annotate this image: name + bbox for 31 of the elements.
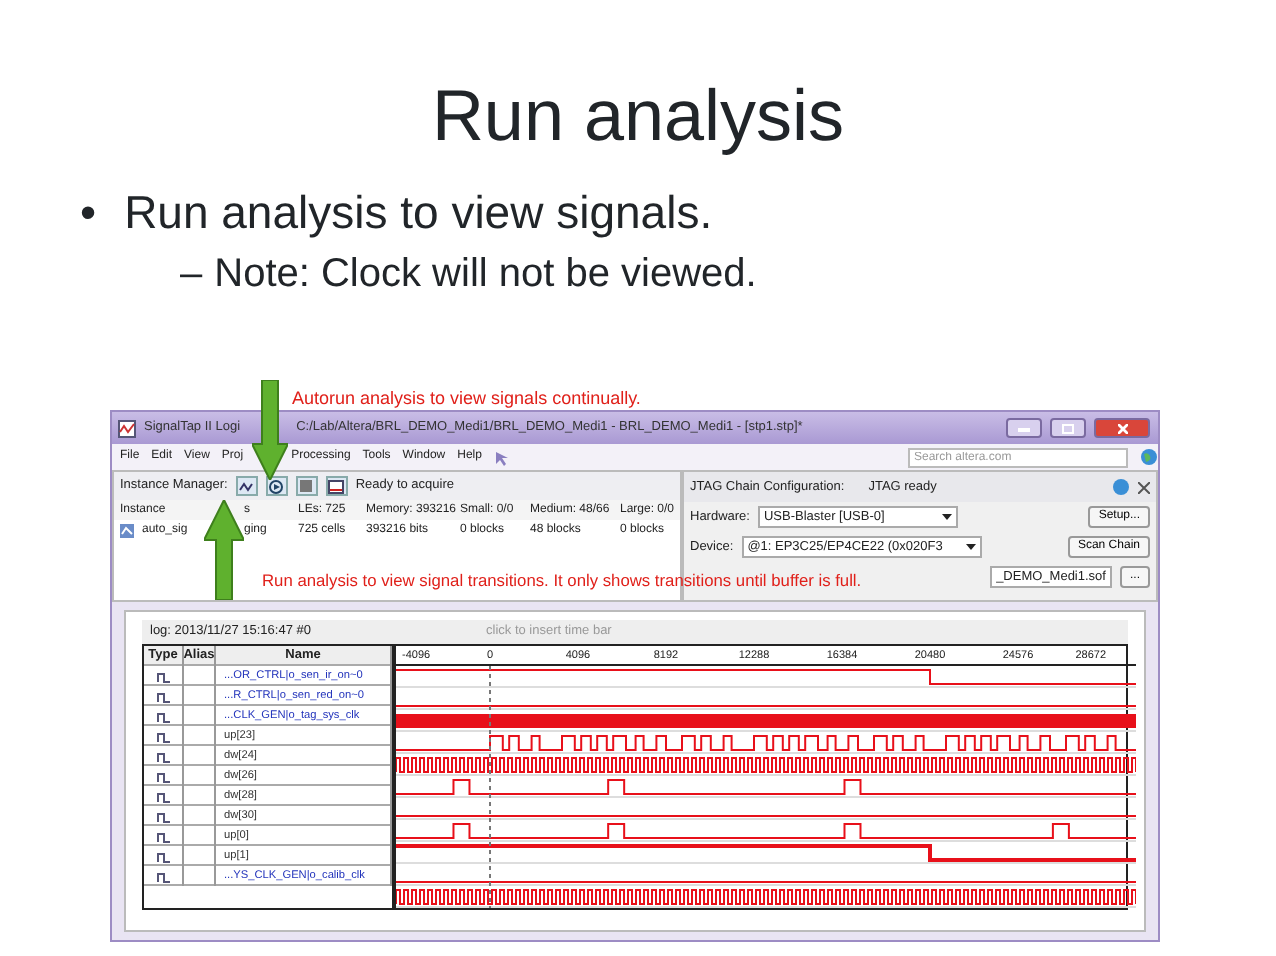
bullet-text: Run analysis to view signals. — [124, 184, 713, 240]
stop-button[interactable] — [295, 476, 318, 496]
bullet-marker: – — [180, 250, 203, 300]
help-icon[interactable] — [1112, 478, 1130, 496]
run-icon — [268, 479, 285, 493]
instance-icon — [120, 523, 134, 537]
arrow-down-icon — [252, 380, 288, 480]
minimize-icon — [1018, 424, 1030, 432]
arrow-up-icon — [204, 500, 244, 600]
bullet-text: Note: Clock will not be viewed. — [214, 250, 757, 300]
wave-icon — [238, 479, 255, 493]
callout-text: Run analysis to view signal transitions. It only shows transitions until buffer is full. — [262, 570, 862, 592]
app-icon — [118, 419, 136, 437]
stop-icon — [300, 480, 313, 492]
close-icon[interactable] — [1138, 481, 1150, 493]
maximize-icon — [1062, 423, 1074, 433]
slide-title: Run analysis — [429, 72, 847, 160]
caret-icon — [965, 544, 976, 550]
callout-text: Autorun analysis to view signals continually. — [292, 388, 641, 410]
close-icon — [1117, 423, 1127, 433]
maximize-button[interactable] — [1050, 418, 1086, 438]
run-button[interactable] — [265, 476, 288, 496]
caret-icon — [941, 514, 952, 520]
pointer-icon[interactable] — [493, 449, 510, 465]
minimize-button[interactable] — [1006, 418, 1042, 438]
window-icon — [328, 479, 345, 493]
autorun-button[interactable] — [235, 476, 258, 496]
bullet-marker: • — [80, 184, 97, 240]
globe-icon[interactable] — [1140, 448, 1158, 466]
read-data-button[interactable] — [325, 476, 348, 496]
close-button[interactable] — [1094, 418, 1150, 438]
